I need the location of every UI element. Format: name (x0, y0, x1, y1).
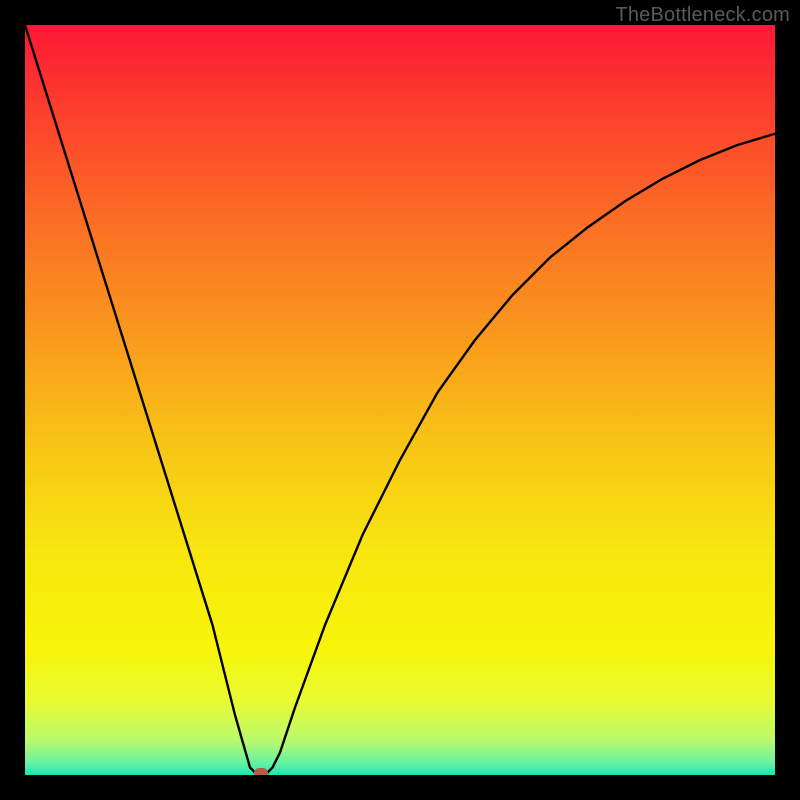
plot-area (25, 25, 775, 775)
optimum-marker (254, 768, 268, 775)
gradient-background (25, 25, 775, 775)
watermark-text: TheBottleneck.com (615, 4, 790, 27)
chart-frame: TheBottleneck.com (0, 0, 800, 800)
bottleneck-chart (25, 25, 775, 775)
